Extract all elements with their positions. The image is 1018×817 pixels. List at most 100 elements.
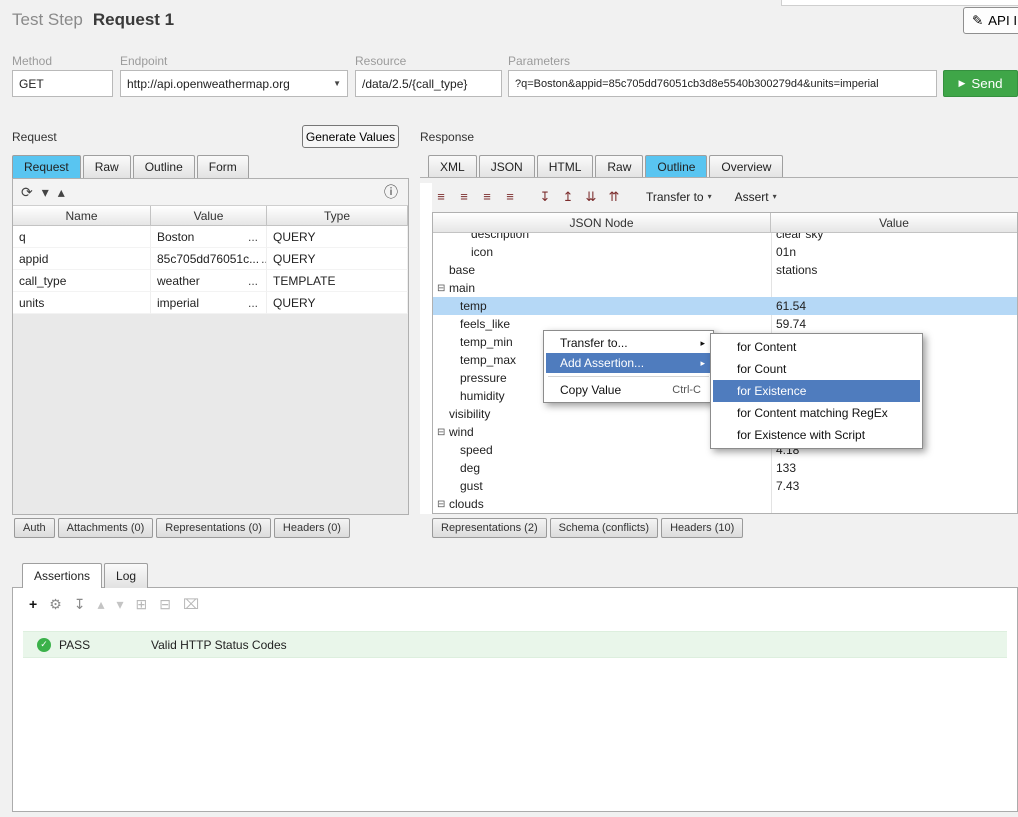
response-bottom-tab-headers-10[interactable]: Headers (10) — [661, 518, 743, 538]
param-column-type[interactable]: Type — [267, 206, 408, 226]
response-bottom-tab-schema-conflicts[interactable]: Schema (conflicts) — [550, 518, 658, 538]
request-tab-raw[interactable]: Raw — [83, 155, 131, 178]
endpoint-combobox[interactable]: http://api.openweathermap.org ▼ — [120, 70, 348, 97]
param-row[interactable]: qBoston...QUERY — [13, 226, 408, 248]
tree-row[interactable]: deg133 — [433, 459, 1017, 477]
response-tab-json[interactable]: JSON — [479, 155, 535, 178]
import-icon[interactable]: ↧ — [74, 597, 86, 611]
menu-item-label: Add Assertion... — [560, 356, 644, 370]
tree-node-label: temp_min — [460, 335, 513, 349]
resource-field[interactable]: /data/2.5/{call_type} — [355, 70, 502, 97]
ellipsis-button[interactable]: ... — [259, 252, 267, 266]
method-field[interactable]: GET — [12, 70, 113, 97]
tree-row[interactable]: ⊟main — [433, 279, 1017, 297]
request-toolbar-icons: ⟳ ▾ ▴ — [21, 185, 65, 199]
response-bottom-tab-representations-2[interactable]: Representations (2) — [432, 518, 547, 538]
request-bottom-tab-auth[interactable]: Auth — [14, 518, 55, 538]
param-name: q — [13, 226, 151, 248]
request-tab-outline[interactable]: Outline — [133, 155, 195, 178]
submenu-item-for-content-matching-regex[interactable]: for Content matching RegEx — [713, 402, 920, 424]
delete-icon[interactable]: ⌧ — [183, 597, 199, 611]
transfer-to-dropdown[interactable]: Transfer to ▾ — [646, 190, 712, 204]
submenu-item-label: for Existence — [737, 384, 806, 398]
align-justify-icon[interactable]: ≡ — [501, 190, 519, 203]
submenu-item-for-existence[interactable]: for Existence — [713, 380, 920, 402]
align-center-icon[interactable]: ≡ — [455, 190, 473, 203]
chevron-down-icon[interactable]: ▾ — [42, 185, 49, 199]
param-row[interactable]: call_typeweather...TEMPLATE — [13, 270, 408, 292]
response-tab-outline[interactable]: Outline — [645, 155, 707, 178]
response-tab-raw[interactable]: Raw — [595, 155, 643, 178]
window-edge — [781, 0, 1018, 6]
tree-node-label: visibility — [449, 407, 490, 421]
scroll-down-icon[interactable]: ⇊ — [582, 190, 600, 203]
tree-column-json-node[interactable]: JSON Node — [433, 213, 771, 233]
send-button[interactable]: ▶ Send — [943, 70, 1018, 97]
request-bottom-tab-attachments-0[interactable]: Attachments (0) — [58, 518, 154, 538]
tree-row[interactable]: feels_like59.74 — [433, 315, 1017, 333]
ellipsis-button[interactable]: ... — [246, 274, 260, 288]
response-tab-html[interactable]: HTML — [537, 155, 594, 178]
chevron-up-icon[interactable]: ▴ — [58, 185, 65, 199]
request-tab-form[interactable]: Form — [197, 155, 249, 178]
tree-node-label: icon — [471, 245, 493, 259]
tree-row[interactable]: temp61.54 — [433, 297, 1017, 315]
send-button-label: Send — [971, 76, 1002, 91]
param-name: appid — [13, 248, 151, 270]
assert-dropdown[interactable]: Assert ▾ — [735, 190, 777, 204]
response-tab-overview[interactable]: Overview — [709, 155, 783, 178]
tree-row[interactable]: ⊟clouds — [433, 495, 1017, 513]
submenu-item-for-count[interactable]: for Count — [713, 358, 920, 380]
menu-item-copy-value[interactable]: Copy ValueCtrl-C — [546, 380, 711, 400]
request-tab-request[interactable]: Request — [12, 155, 81, 178]
align-right-icon[interactable]: ≡ — [478, 190, 496, 203]
chevron-down-icon[interactable]: ▼ — [333, 79, 341, 88]
generate-values-button[interactable]: Generate Values — [302, 125, 399, 148]
refresh-icon[interactable]: ⟳ — [21, 185, 33, 199]
response-panel-title: Response — [420, 130, 474, 144]
tree-collapse-icon[interactable]: ⊟ — [437, 427, 449, 438]
parameters-input[interactable]: ?q=Boston&appid=85c705dd76051cb3d8e5540b… — [508, 70, 937, 97]
param-row[interactable]: unitsimperial...QUERY — [13, 292, 408, 314]
param-column-value[interactable]: Value — [151, 206, 267, 226]
align-left-icon[interactable]: ≡ — [432, 190, 450, 203]
response-gutter — [420, 183, 432, 514]
response-tab-xml[interactable]: XML — [428, 155, 477, 178]
add-assertion-icon[interactable]: + — [29, 597, 37, 611]
menu-item-add-assertion[interactable]: Add Assertion...▸ — [546, 353, 711, 373]
tree-node-label: base — [449, 263, 475, 277]
jump-to-bottom-icon[interactable]: ↧ — [536, 190, 554, 203]
api-button[interactable]: ✎ API I — [963, 7, 1018, 34]
tree-row[interactable]: gust7.43 — [433, 477, 1017, 495]
move-up-icon[interactable]: ▴ — [97, 597, 104, 611]
bottom-tab-assertions[interactable]: Assertions — [22, 563, 102, 588]
request-bottom-tab-headers-0[interactable]: Headers (0) — [274, 518, 350, 538]
submenu-item-label: for Count — [737, 362, 786, 376]
tree-node-label: wind — [449, 425, 474, 439]
gear-icon[interactable]: ⚙ — [49, 597, 62, 611]
param-column-name[interactable]: Name — [13, 206, 151, 226]
info-icon[interactable]: ⓘ — [384, 185, 398, 199]
request-bottom-tab-representations-0[interactable]: Representations (0) — [156, 518, 271, 538]
add-folder-icon[interactable]: ⊞ — [136, 597, 148, 611]
tree-collapse-icon[interactable]: ⊟ — [437, 283, 449, 294]
param-type: QUERY — [267, 248, 408, 270]
menu-item-transfer-to[interactable]: Transfer to...▸ — [546, 333, 711, 353]
tree-row[interactable]: descriptionclear sky — [433, 233, 1017, 243]
tree-row[interactable]: icon01n — [433, 243, 1017, 261]
ellipsis-button[interactable]: ... — [246, 296, 260, 310]
tree-row[interactable]: basestations — [433, 261, 1017, 279]
response-toolbar: ≡ ≡ ≡ ≡ ↧ ↥ ⇊ ⇈ Transfer to ▾ Assert ▾ — [432, 184, 1018, 209]
tree-column-value[interactable]: Value — [771, 213, 1017, 233]
submenu-item-for-existence-with-script[interactable]: for Existence with Script — [713, 424, 920, 446]
param-row[interactable]: appid85c705dd76051c......QUERY — [13, 248, 408, 270]
tree-collapse-icon[interactable]: ⊟ — [437, 499, 449, 510]
folder-icon[interactable]: ⊟ — [159, 597, 171, 611]
move-down-icon[interactable]: ▾ — [117, 597, 124, 611]
jump-to-top-icon[interactable]: ↥ — [559, 190, 577, 203]
submenu-item-for-content[interactable]: for Content — [713, 336, 920, 358]
bottom-tab-log[interactable]: Log — [104, 563, 148, 588]
ellipsis-button[interactable]: ... — [246, 230, 260, 244]
scroll-up-icon[interactable]: ⇈ — [605, 190, 623, 203]
assertion-row[interactable]: ✓ PASS Valid HTTP Status Codes — [23, 631, 1007, 658]
